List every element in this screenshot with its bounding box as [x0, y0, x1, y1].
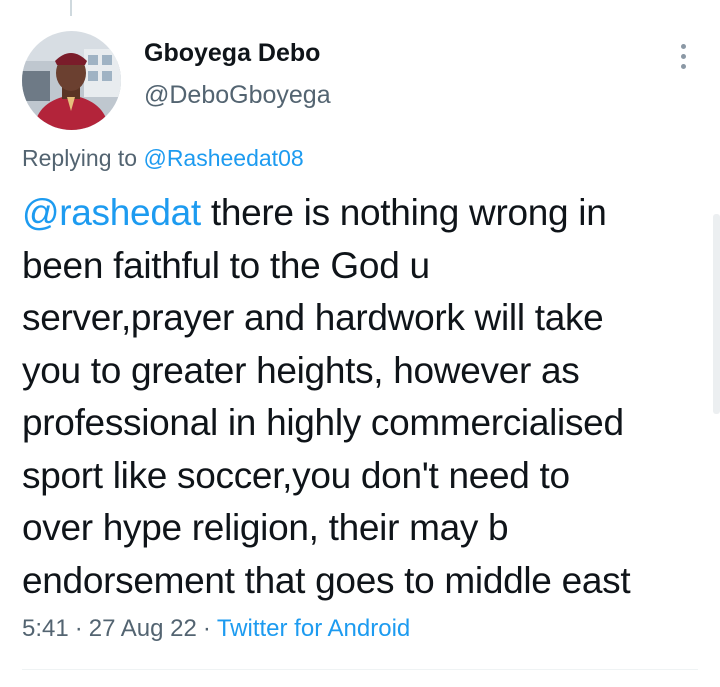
- tweet-meta: 5:41 · 27 Aug 22 · Twitter for Android: [22, 614, 410, 644]
- tweet-body: @rashedat there is nothing wrong in been…: [22, 187, 712, 607]
- replying-to-label: Replying to: [22, 145, 144, 171]
- tweet-time[interactable]: 5:41: [22, 615, 69, 642]
- tweet-line: endorsement that goes to middle east: [22, 559, 631, 601]
- tweet-source-link[interactable]: Twitter for Android: [217, 615, 410, 642]
- meta-separator: ·: [202, 615, 211, 642]
- more-dot: [680, 43, 686, 49]
- more-dot: [680, 63, 686, 69]
- tweet-line: been faithful to the God u: [22, 244, 430, 286]
- meta-separator: ·: [74, 615, 83, 642]
- tweet-date[interactable]: 27 Aug 22: [89, 615, 197, 642]
- more-dot: [680, 53, 686, 59]
- replying-to-line: Replying to @Rasheedat08: [22, 143, 304, 173]
- avatar-image: [22, 31, 121, 130]
- tweet-line-text: there is nothing wrong in: [200, 192, 607, 233]
- author-handle[interactable]: @DeboGboyega: [144, 80, 331, 110]
- tweet-line: sport like soccer,you don't need to: [22, 454, 570, 496]
- author-display-name[interactable]: Gboyega Debo: [144, 38, 320, 68]
- tweet-line: over hype religion, their may b: [22, 507, 509, 548]
- tweet-line: you to greater heights, however as: [22, 349, 580, 391]
- tweet-line: @rashedat there is nothing wrong in: [22, 187, 712, 240]
- reply-target-link[interactable]: @Rasheedat08: [143, 145, 303, 171]
- avatar[interactable]: [22, 31, 121, 130]
- more-vertical-icon[interactable]: [668, 36, 698, 76]
- divider: [22, 669, 698, 670]
- tweet-line: server,prayer and hardwork will take: [22, 297, 604, 338]
- tweet-line: professional in highly commercialised: [22, 402, 624, 443]
- scrollbar[interactable]: [713, 214, 720, 414]
- thread-connector-line: [70, 0, 72, 16]
- mention-link[interactable]: @rashedat: [22, 192, 201, 233]
